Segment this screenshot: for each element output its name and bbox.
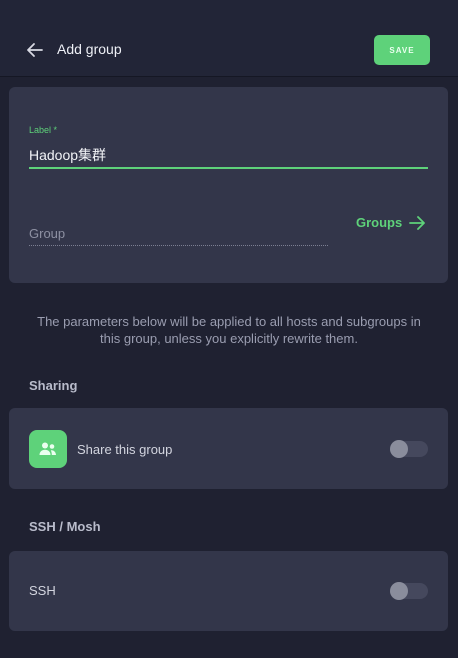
groups-link[interactable]: Groups <box>356 215 426 230</box>
sharing-heading: Sharing <box>29 378 78 393</box>
group-input-underline <box>29 245 328 246</box>
label-field-caption: Label * <box>29 125 58 135</box>
group-input[interactable]: Group <box>29 226 65 241</box>
ssh-label: SSH <box>29 583 56 598</box>
toggle-knob <box>390 582 408 600</box>
share-group-toggle[interactable] <box>390 440 428 458</box>
share-group-label: Share this group <box>77 442 173 457</box>
group-form-card: Label * Hadoop集群 Group Groups <box>9 87 448 283</box>
groups-link-label: Groups <box>356 215 403 230</box>
header-bar: Add group SAVE <box>0 0 458 77</box>
arrow-left-icon[interactable] <box>26 41 44 59</box>
users-icon <box>29 430 67 468</box>
arrow-right-icon <box>409 215 426 230</box>
ssh-row[interactable]: SSH <box>9 551 448 631</box>
users-icon-glyph <box>39 442 56 455</box>
page-title: Add group <box>57 41 122 57</box>
ssh-toggle[interactable] <box>390 582 428 600</box>
toggle-knob <box>390 440 408 458</box>
share-row[interactable]: Share this group <box>9 408 448 489</box>
ssh-mosh-heading: SSH / Mosh <box>29 519 101 534</box>
label-input[interactable]: Hadoop集群 <box>29 145 106 165</box>
inheritance-info-text: The parameters below will be applied to … <box>37 314 421 346</box>
label-input-underline <box>29 167 428 169</box>
save-button[interactable]: SAVE <box>374 35 430 65</box>
